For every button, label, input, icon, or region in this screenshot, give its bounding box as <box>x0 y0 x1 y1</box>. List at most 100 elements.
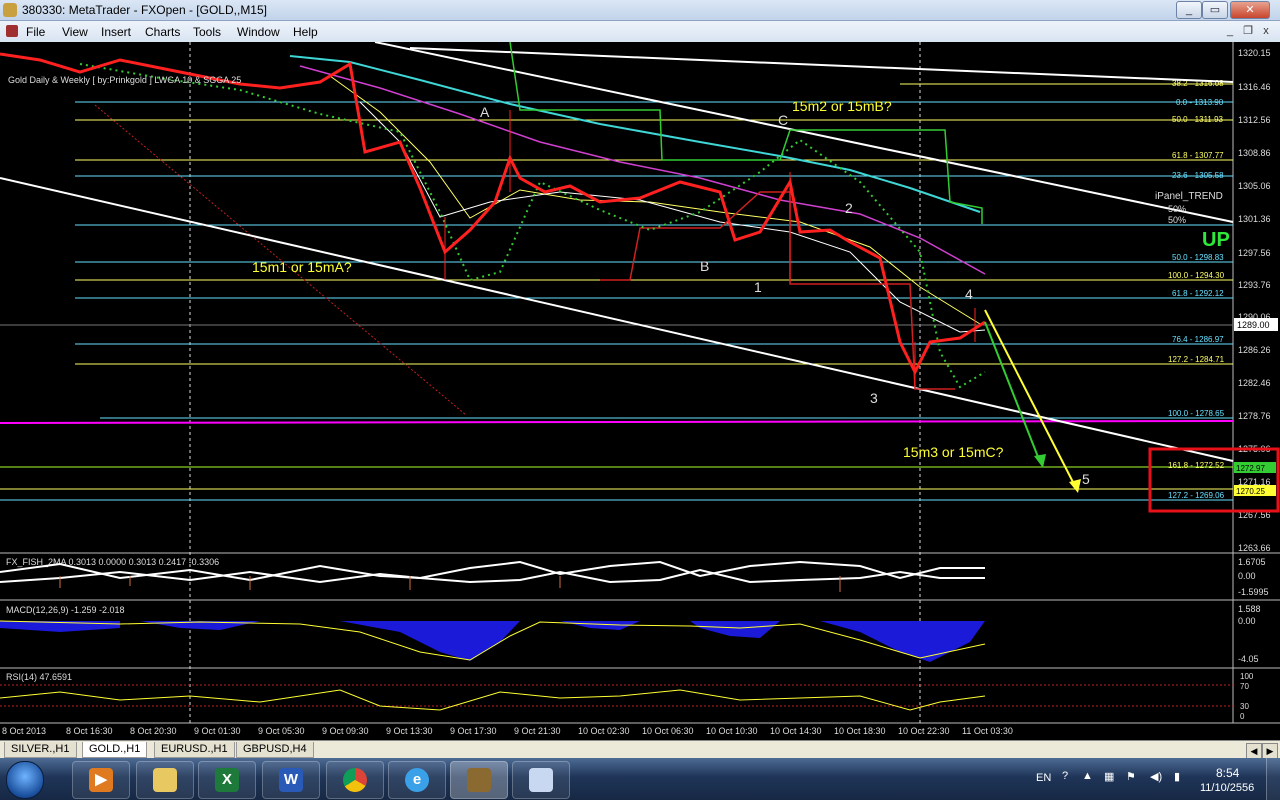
price-tick: 1282.46 <box>1238 378 1271 388</box>
rsi-label: RSI(14) 47.6591 <box>6 672 72 682</box>
time-tick: 9 Oct 13:30 <box>386 726 433 736</box>
wave-label-c: C <box>778 112 788 128</box>
annotation-15m1: 15m1 or 15mA? <box>252 259 352 275</box>
macd-tick: -4.05 <box>1238 654 1259 664</box>
macd-label: MACD(12,26,9) -1.259 -2.018 <box>6 605 125 615</box>
word-icon: W <box>279 768 303 792</box>
metatrader-icon <box>467 768 491 792</box>
menu-tools[interactable]: Tools <box>193 25 221 39</box>
time-tick: 10 Oct 06:30 <box>642 726 694 736</box>
price-tick: 1297.56 <box>1238 248 1271 258</box>
menu-help[interactable]: Help <box>293 25 318 39</box>
clock-date[interactable]: 11/10/2556 <box>1200 782 1254 794</box>
wave-label-3: 3 <box>870 390 878 406</box>
tab-gbpusd[interactable]: GBPUSD,H4 <box>236 742 314 758</box>
wave-label-2: 2 <box>845 200 853 216</box>
chart-window-icon[interactable] <box>6 25 18 37</box>
maximize-button[interactable]: ▭ <box>1202 1 1228 19</box>
paint-icon <box>529 768 553 792</box>
fib-label: 50.0 - 1298.83 <box>1172 253 1224 262</box>
language-indicator[interactable]: EN <box>1036 772 1051 784</box>
tab-gold[interactable]: GOLD.,H1 <box>82 742 148 758</box>
menu-insert[interactable]: Insert <box>101 25 131 39</box>
time-tick: 10 Oct 10:30 <box>706 726 758 736</box>
price-tick: 1316.46 <box>1238 82 1271 92</box>
clock-time[interactable]: 8:54 <box>1216 766 1239 780</box>
wave-label-b: B <box>700 258 709 274</box>
tab-eurusd[interactable]: EURUSD.,H1 <box>154 742 235 758</box>
menu-window[interactable]: Window <box>237 25 280 39</box>
time-tick: 10 Oct 22:30 <box>898 726 950 736</box>
fish-tick: 1.6705 <box>1238 557 1266 567</box>
minimize-button[interactable]: _ <box>1176 1 1202 19</box>
folder-icon <box>153 768 177 792</box>
time-tick: 10 Oct 14:30 <box>770 726 822 736</box>
close-button[interactable]: ✕ <box>1230 1 1270 19</box>
taskbar-word[interactable]: W <box>262 761 320 799</box>
chart-close-button[interactable]: x <box>1258 23 1274 39</box>
fib-label: 61.8 - 1292.12 <box>1172 289 1224 298</box>
chrome-icon <box>343 768 367 792</box>
taskbar-ie[interactable]: e <box>388 761 446 799</box>
time-tick: 10 Oct 18:30 <box>834 726 886 736</box>
tab-scroll-left-icon[interactable]: ◀ <box>1246 743 1262 759</box>
start-button[interactable] <box>6 761 44 799</box>
wave-label-5: 5 <box>1082 471 1090 487</box>
show-desktop-button[interactable] <box>1266 758 1280 800</box>
menu-view[interactable]: View <box>62 25 88 39</box>
tray-arrow-icon[interactable]: ▲ <box>1082 770 1093 782</box>
fib-label: 161.8 - 1272.52 <box>1168 461 1225 470</box>
gold-m15-chart[interactable]: 1320.15 1316.46 1312.56 1308.86 1305.06 … <box>0 42 1280 740</box>
time-tick: 9 Oct 17:30 <box>450 726 497 736</box>
price-tick: 1305.06 <box>1238 181 1271 191</box>
excel-icon: X <box>215 768 239 792</box>
macd-tick: 1.588 <box>1238 604 1261 614</box>
taskbar-chrome[interactable] <box>326 761 384 799</box>
volume-icon[interactable]: ◀) <box>1150 770 1162 783</box>
trend-panel-value: 50% <box>1168 204 1186 214</box>
price-tick: 1308.86 <box>1238 148 1271 158</box>
annotation-15m3: 15m3 or 15mC? <box>903 444 1004 460</box>
time-tick: 8 Oct 20:30 <box>130 726 177 736</box>
taskbar-metatrader[interactable] <box>450 761 508 799</box>
rsi-tick: 0 <box>1240 712 1245 721</box>
title-bar: 380330: MetaTrader - FXOpen - [GOLD,,M15… <box>0 0 1280 21</box>
time-tick: 9 Oct 21:30 <box>514 726 561 736</box>
action-center-icon[interactable]: ⚑ <box>1126 770 1136 783</box>
price-tick: 1301.36 <box>1238 214 1271 224</box>
rsi-tick: 100 <box>1240 672 1254 681</box>
time-tick: 9 Oct 01:30 <box>194 726 241 736</box>
rsi-tick: 30 <box>1240 702 1249 711</box>
fib-label: 23.6 - 1305.58 <box>1172 171 1224 180</box>
time-tick: 10 Oct 02:30 <box>578 726 630 736</box>
metatrader-app-icon[interactable] <box>3 3 17 17</box>
wave-label-a: A <box>480 104 490 120</box>
fib-label: 100.0 - 1278.65 <box>1168 409 1225 418</box>
target-price: 1270.25 <box>1236 487 1265 496</box>
price-tick: 1293.76 <box>1238 280 1271 290</box>
rsi-tick: 70 <box>1240 682 1249 691</box>
fish-tick: -1.5995 <box>1238 587 1269 597</box>
taskbar-explorer[interactable] <box>136 761 194 799</box>
tab-silver[interactable]: SILVER.,H1 <box>4 742 77 758</box>
help-icon[interactable]: ? <box>1062 770 1068 782</box>
time-tick: 9 Oct 05:30 <box>258 726 305 736</box>
menu-file[interactable]: File <box>26 25 45 39</box>
network-status-icon[interactable]: ▮ <box>1174 770 1180 783</box>
taskbar-media-player[interactable]: ▶ <box>72 761 130 799</box>
taskbar-paint[interactable] <box>512 761 570 799</box>
price-tick: 1286.26 <box>1238 345 1271 355</box>
tab-scroll-right-icon[interactable]: ▶ <box>1262 743 1278 759</box>
internet-explorer-icon: e <box>405 768 429 792</box>
network-icon[interactable]: ▦ <box>1104 770 1114 783</box>
price-tick: 1320.15 <box>1238 48 1271 58</box>
fib-label: 50.0 - 1311.93 <box>1172 115 1224 124</box>
chart-restore-button[interactable]: ❐ <box>1240 23 1256 39</box>
wave-label-4: 4 <box>965 286 973 302</box>
time-tick: 8 Oct 16:30 <box>66 726 113 736</box>
chart-minimize-button[interactable]: _ <box>1222 23 1238 39</box>
fib-label: 76.4 - 1286.97 <box>1172 335 1224 344</box>
taskbar-excel[interactable]: X <box>198 761 256 799</box>
menu-charts[interactable]: Charts <box>145 25 180 39</box>
fish-tick: 0.00 <box>1238 571 1256 581</box>
